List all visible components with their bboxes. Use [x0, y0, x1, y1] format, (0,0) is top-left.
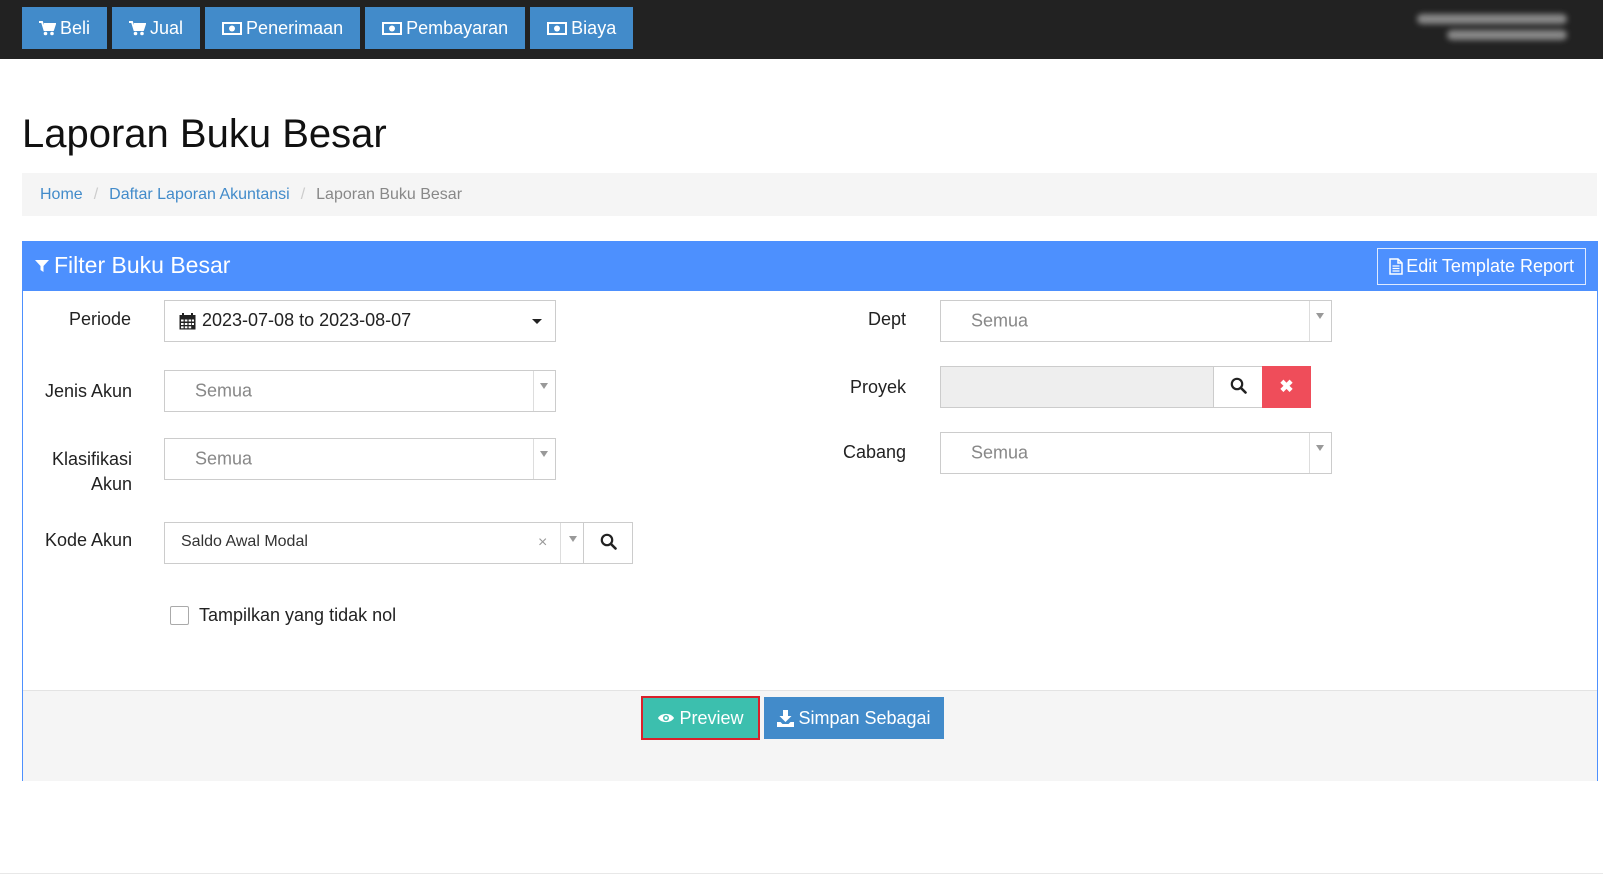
chevron-down-icon — [540, 451, 548, 457]
filter-panel-header: Filter Buku Besar Edit Template Report — [23, 242, 1597, 291]
kode-akun-value: Saldo Awal Modal — [181, 533, 308, 550]
chevron-down-icon — [569, 536, 577, 542]
proyek-label: Proyek — [850, 377, 907, 397]
klasifikasi-value: Semua — [195, 448, 253, 469]
money-icon — [222, 21, 243, 35]
breadcrumb-separator: / — [300, 185, 306, 203]
save-as-label: Simpan Sebagai — [798, 707, 931, 728]
nav-penerimaan-button[interactable]: Penerimaan — [205, 7, 361, 49]
dropdown-toggle[interactable] — [533, 371, 555, 411]
nav-beli-button[interactable]: Beli — [22, 7, 108, 49]
top-nav: Beli Jual Penerimaan Pembayaran Biaya — [22, 7, 634, 49]
periode-date-range-picker[interactable]: 2023-07-08 to 2023-08-07 — [164, 300, 556, 342]
close-icon: ✖ — [1279, 377, 1294, 396]
kode-akun-select[interactable]: Saldo Awal Modal × — [164, 522, 584, 564]
nav-jual-button[interactable]: Jual — [112, 7, 201, 49]
filter-panel: Filter Buku Besar Edit Template Report P… — [22, 241, 1598, 781]
dept-value: Semua — [971, 310, 1029, 331]
nav-beli-label: Beli — [60, 17, 91, 38]
filter-panel-title-text: Filter Buku Besar — [54, 252, 231, 278]
proyek-clear-button[interactable]: ✖ — [1262, 366, 1311, 408]
breadcrumb-separator: / — [93, 185, 99, 203]
cart-icon — [39, 20, 56, 36]
preview-button[interactable]: Preview — [641, 696, 760, 740]
nonzero-checkbox-row: Tampilkan yang tidak nol — [170, 605, 396, 626]
breadcrumb-parent-link[interactable]: Daftar Laporan Akuntansi — [109, 186, 290, 204]
calendar-icon — [179, 313, 196, 335]
nonzero-checkbox-label[interactable]: Tampilkan yang tidak nol — [199, 605, 396, 626]
top-navbar: Beli Jual Penerimaan Pembayaran Biaya — [0, 0, 1603, 59]
chevron-down-icon — [1316, 445, 1324, 451]
edit-template-button[interactable]: Edit Template Report — [1377, 248, 1586, 285]
dropdown-toggle[interactable] — [533, 439, 555, 479]
nav-biaya-label: Biaya — [571, 17, 617, 38]
chevron-down-icon — [532, 319, 542, 324]
filter-panel-title: Filter Buku Besar — [35, 252, 230, 279]
download-icon — [777, 709, 795, 727]
periode-label: Periode — [69, 309, 132, 329]
kode-akun-label: Kode Akun — [45, 530, 133, 550]
account-line — [1447, 30, 1567, 40]
eye-icon — [657, 712, 675, 724]
jenis-akun-select[interactable]: Semua — [164, 370, 556, 412]
cabang-value: Semua — [971, 442, 1029, 463]
chevron-down-icon — [540, 383, 548, 389]
breadcrumb-current: Laporan Buku Besar — [316, 185, 463, 203]
filter-icon — [35, 259, 49, 273]
money-icon — [382, 21, 403, 35]
account-line — [1417, 14, 1567, 24]
edit-template-label: Edit Template Report — [1406, 256, 1574, 276]
klasifikasi-akun-label: Klasifikasi Akun — [52, 447, 132, 497]
filter-panel-footer: Preview Simpan Sebagai — [23, 690, 1597, 781]
chevron-down-icon — [1316, 313, 1324, 319]
dept-select[interactable]: Semua — [940, 300, 1332, 342]
nonzero-checkbox[interactable] — [170, 606, 189, 625]
money-icon — [547, 21, 568, 35]
preview-label: Preview — [679, 707, 744, 728]
dept-label: Dept — [868, 309, 907, 329]
jenis-akun-value: Semua — [195, 380, 253, 401]
clear-icon[interactable]: × — [538, 534, 547, 552]
kode-akun-search-button[interactable] — [583, 522, 633, 564]
file-text-icon — [1389, 258, 1403, 275]
cart-icon — [129, 20, 147, 36]
page-title: Laporan Buku Besar — [22, 112, 387, 156]
jenis-akun-label: Jenis Akun — [45, 381, 133, 401]
dropdown-toggle[interactable] — [560, 523, 585, 563]
proyek-input[interactable] — [940, 366, 1214, 408]
dropdown-toggle[interactable] — [1309, 433, 1331, 473]
klasifikasi-label-line2: Akun — [91, 474, 133, 494]
periode-value: 2023-07-08 to 2023-08-07 — [202, 310, 412, 330]
cabang-label: Cabang — [843, 442, 907, 462]
klasifikasi-akun-select[interactable]: Semua — [164, 438, 556, 480]
search-icon — [1230, 377, 1247, 397]
proyek-search-button[interactable] — [1213, 366, 1263, 408]
nav-penerimaan-label: Penerimaan — [246, 17, 344, 38]
page-bottom-divider — [0, 873, 1603, 874]
nav-pembayaran-label: Pembayaran — [406, 17, 509, 38]
klasifikasi-label-line1: Klasifikasi — [52, 449, 133, 469]
breadcrumb: Home / Daftar Laporan Akuntansi / Lapora… — [22, 173, 1597, 216]
cabang-select[interactable]: Semua — [940, 432, 1332, 474]
nav-biaya-button[interactable]: Biaya — [530, 7, 634, 49]
nav-jual-label: Jual — [150, 17, 184, 38]
nav-pembayaran-button[interactable]: Pembayaran — [365, 7, 526, 49]
breadcrumb-home-link[interactable]: Home — [40, 186, 83, 204]
search-icon — [600, 533, 617, 553]
account-info-blurred[interactable] — [1417, 8, 1567, 50]
preview-button-body: Preview — [645, 700, 756, 736]
dropdown-toggle[interactable] — [1309, 301, 1331, 341]
save-as-button[interactable]: Simpan Sebagai — [764, 697, 944, 739]
